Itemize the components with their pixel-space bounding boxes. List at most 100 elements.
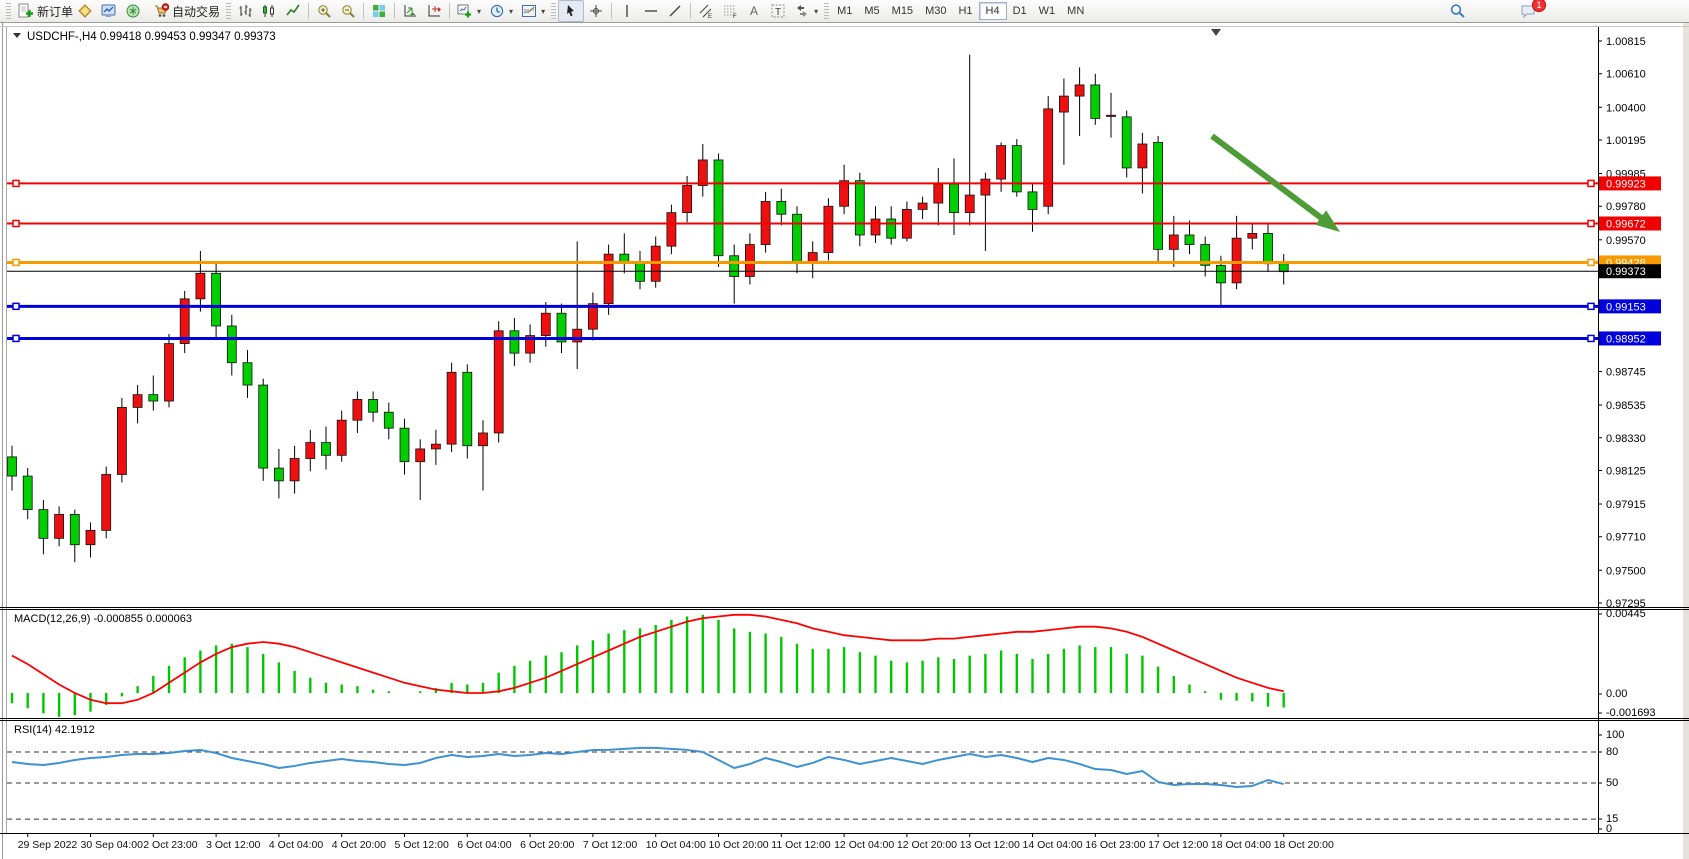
clock-drop[interactable]: ▾ [485,1,517,21]
candle-body [259,385,268,468]
time-axis-label: 18 Oct 04:00 [1211,839,1271,851]
signal-globe[interactable] [125,3,141,19]
timeframe-D1-button[interactable]: D1 [1007,2,1033,20]
linechart-icon[interactable] [281,1,305,21]
search-icon[interactable] [1445,1,1470,21]
timeframe-M5-button[interactable]: M5 [858,2,885,20]
chart-title: USDCHF-,H4 0.99418 0.99453 0.99347 0.993… [27,31,276,43]
gold-gem[interactable] [77,3,93,19]
candle-body [306,443,315,459]
candle-body [1012,146,1021,192]
candle-body [70,514,79,544]
svg-text:E: E [708,14,712,19]
candle-body [463,372,472,445]
channel-icon[interactable]: E [694,1,718,21]
candle-body [855,181,864,235]
price-badge-label: 0.99373 [1606,266,1646,278]
line-handle[interactable] [1588,220,1594,226]
timeframe-M30-button[interactable]: M30 [919,2,952,20]
toolbar-grip[interactable] [226,3,231,19]
candle-body [353,399,362,420]
candle-body [840,181,849,207]
line-handle[interactable] [1588,180,1594,186]
timeframe-M15-button[interactable]: M15 [886,2,919,20]
candle-body [698,160,707,186]
line-handle[interactable] [13,335,19,341]
price-axis-label: 1.00195 [1606,135,1646,147]
line-handle[interactable] [1588,259,1594,265]
time-axis-label: 12 Oct 20:00 [897,839,957,851]
candle-body [196,273,205,299]
price-badge-label: 0.98952 [1606,333,1646,345]
candle-body [494,331,503,433]
arrows-drop[interactable]: ▾ [790,1,822,21]
macd-axis-label: 0.00 [1606,688,1627,700]
mt4-window: { "toolbar": { "new_order_label": "新订单",… [0,0,1689,859]
time-axis-label: 13 Oct 12:00 [960,839,1020,851]
candle-body [1248,233,1257,238]
bars-icon[interactable] [233,1,257,21]
candle-body [337,420,346,455]
toolbar-grip[interactable] [6,3,11,19]
time-axis-label: 6 Oct 20:00 [520,839,574,851]
candle-body [683,185,692,212]
tiles-icon[interactable] [367,1,391,21]
chat-icon[interactable]: 1 [1516,1,1541,21]
hline-icon[interactable] [639,1,663,21]
timeframe-M1-button[interactable]: M1 [831,2,858,20]
line-handle[interactable] [13,303,19,309]
candle-body [322,443,331,456]
line-handle[interactable] [1588,303,1594,309]
time-axis-label: 6 Oct 04:00 [457,839,511,851]
shift-icon[interactable] [422,1,446,21]
line-handle[interactable] [13,259,19,265]
chart-canvas[interactable]: 1.008151.006101.004001.001950.999850.997… [0,0,1689,859]
line-handle[interactable] [1588,335,1594,341]
candle-body [227,326,236,363]
new-order-button[interactable]: 新订单 [13,1,77,21]
candle-body [133,395,142,408]
candle-body [1169,235,1178,249]
candle-body [274,468,283,481]
toolbar-grip[interactable] [824,3,829,19]
price-axis-label: 0.98535 [1606,400,1646,412]
trendline-icon[interactable] [663,1,687,21]
price-axis-label: 0.99570 [1606,235,1646,247]
line-handle[interactable] [13,180,19,186]
candle-body [369,399,378,412]
template-drop[interactable]: ▾ [517,1,549,21]
cursor-icon[interactable] [558,0,584,22]
labelT-icon[interactable]: T [766,1,790,21]
monitor-chart[interactable] [101,3,117,19]
line-handle[interactable] [13,220,19,226]
newchart-drop[interactable]: ▾ [453,1,485,21]
candle-body [510,331,519,353]
toolbar-grip[interactable] [551,3,556,19]
timeframe-H4-button[interactable]: H4 [979,2,1007,20]
autoscroll-icon[interactable] [398,1,422,21]
rsi-axis-label: 0 [1606,823,1612,835]
time-axis-label: 16 Oct 23:00 [1085,839,1145,851]
timeframe-MN-button[interactable]: MN [1061,2,1090,20]
candle-body [777,201,786,214]
vline-icon[interactable] [615,1,639,21]
candle-body [1122,117,1131,168]
timeframe-W1-button[interactable]: W1 [1033,2,1062,20]
textA-icon[interactable]: A [742,1,766,21]
crosshair-icon[interactable] [584,1,608,21]
time-axis-label: 10 Oct 20:00 [709,839,769,851]
price-axis-label: 0.97500 [1606,565,1646,577]
candles-icon[interactable] [257,1,281,21]
timeframe-H1-button[interactable]: H1 [952,2,978,20]
candle-body [8,457,17,476]
candle-body [573,329,582,342]
fibo-icon[interactable]: F [718,1,742,21]
time-axis-label: 18 Oct 20:00 [1274,839,1334,851]
candle-body [102,474,111,530]
zoomout-icon[interactable] [336,1,360,21]
price-axis-label: 1.00400 [1606,102,1646,114]
price-axis-label: 0.98125 [1606,465,1646,477]
autotrading-button[interactable]: 自动交易 [149,1,224,21]
zoomin-icon[interactable] [312,1,336,21]
time-axis-label: 2 Oct 23:00 [143,839,197,851]
